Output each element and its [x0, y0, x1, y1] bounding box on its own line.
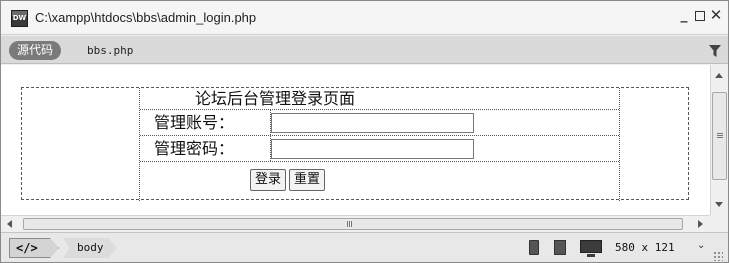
resize-grip-icon[interactable] [713, 251, 723, 261]
tag-selector-body[interactable]: body [63, 238, 117, 258]
desktop-size-icon[interactable] [580, 240, 602, 257]
password-label: 管理密码： [154, 139, 235, 158]
scrollbar-corner [710, 215, 728, 232]
mobile-size-icon[interactable] [529, 240, 539, 255]
scroll-right-arrow-icon[interactable] [698, 220, 703, 228]
maximize-button[interactable] [695, 11, 705, 21]
table-row-heading: 论坛后台管理登录页面 [140, 88, 619, 110]
login-form-table: 论坛后台管理登录页面 管理账号： 管理密码： 登录 重置 [139, 88, 620, 201]
filter-icon[interactable] [709, 45, 721, 57]
code-view-tag-button[interactable]: </> [9, 238, 59, 258]
scroll-down-arrow-icon[interactable] [715, 202, 723, 207]
table-row-password: 管理密码： [140, 136, 619, 162]
scroll-up-arrow-icon[interactable] [715, 73, 723, 78]
tablet-size-icon[interactable] [554, 240, 566, 255]
chevron-down-icon[interactable]: ⌄ [697, 240, 705, 251]
window-title: C:\xampp\htdocs\bbs\admin_login.php [35, 10, 257, 25]
login-button[interactable]: 登录 [250, 169, 287, 191]
password-input[interactable] [271, 139, 474, 159]
vertical-scrollbar[interactable] [710, 65, 728, 215]
horizontal-scroll-thumb[interactable] [23, 218, 683, 230]
table-row-buttons: 登录 重置 [140, 162, 619, 199]
editor-window: DW C:\xampp\htdocs\bbs\admin_login.php _… [0, 0, 729, 263]
app-icon-text: DW [12, 14, 27, 22]
username-label: 管理账号： [154, 113, 235, 132]
outer-table: 论坛后台管理登录页面 管理账号： 管理密码： 登录 重置 [21, 87, 689, 201]
username-input[interactable] [271, 113, 474, 133]
close-button[interactable]: ✕ [709, 6, 723, 26]
page-heading: 论坛后台管理登录页面 [195, 89, 356, 108]
grip-icon [347, 221, 348, 227]
horizontal-scrollbar[interactable] [1, 215, 710, 232]
window-size-readout[interactable]: 580 x 121 [615, 241, 675, 254]
document-toolbar: 源代码 bbs.php [1, 36, 728, 64]
reset-button[interactable]: 重置 [289, 169, 326, 191]
source-code-tab[interactable]: 源代码 [9, 41, 62, 60]
vertical-scroll-thumb[interactable] [712, 92, 727, 180]
status-bar: </> body 580 x 121 ⌄ [1, 232, 728, 262]
grip-icon [717, 133, 723, 134]
design-view[interactable]: 论坛后台管理登录页面 管理账号： 管理密码： 登录 重置 [1, 65, 710, 215]
dreamweaver-app-icon: DW [11, 10, 28, 27]
scroll-left-arrow-icon[interactable] [7, 220, 12, 228]
title-bar: DW C:\xampp\htdocs\bbs\admin_login.php _… [1, 1, 728, 35]
minimize-button[interactable]: _ [677, 7, 691, 27]
related-file-tab[interactable]: bbs.php [87, 42, 133, 59]
table-row-username: 管理账号： [140, 110, 619, 136]
